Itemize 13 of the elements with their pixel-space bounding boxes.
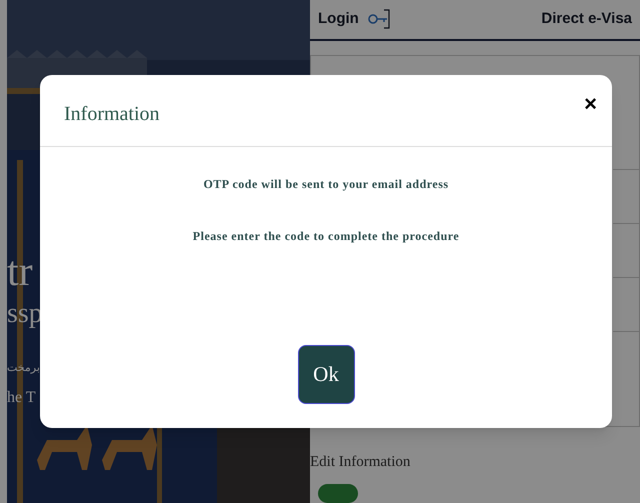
close-button[interactable]: × bbox=[583, 92, 598, 114]
hero-heading: tr bbox=[7, 250, 34, 294]
edit-information-label: Edit Information bbox=[310, 453, 412, 472]
dialog-message: OTP code will be sent to your email address bbox=[203, 176, 449, 193]
dialog-message: Please enter the code to complete the procedure bbox=[192, 228, 460, 245]
key-icon bbox=[366, 8, 391, 30]
hero-caption: he T bbox=[7, 388, 37, 408]
hero-arabic-text: برمخت bbox=[7, 360, 40, 376]
ok-button[interactable]: Ok bbox=[298, 345, 354, 404]
action-button[interactable] bbox=[318, 484, 358, 503]
dialog-title: Information bbox=[64, 102, 160, 126]
login-link[interactable]: Login bbox=[318, 8, 359, 31]
direct-evisa-link[interactable]: Direct e-Visa bbox=[541, 8, 632, 31]
